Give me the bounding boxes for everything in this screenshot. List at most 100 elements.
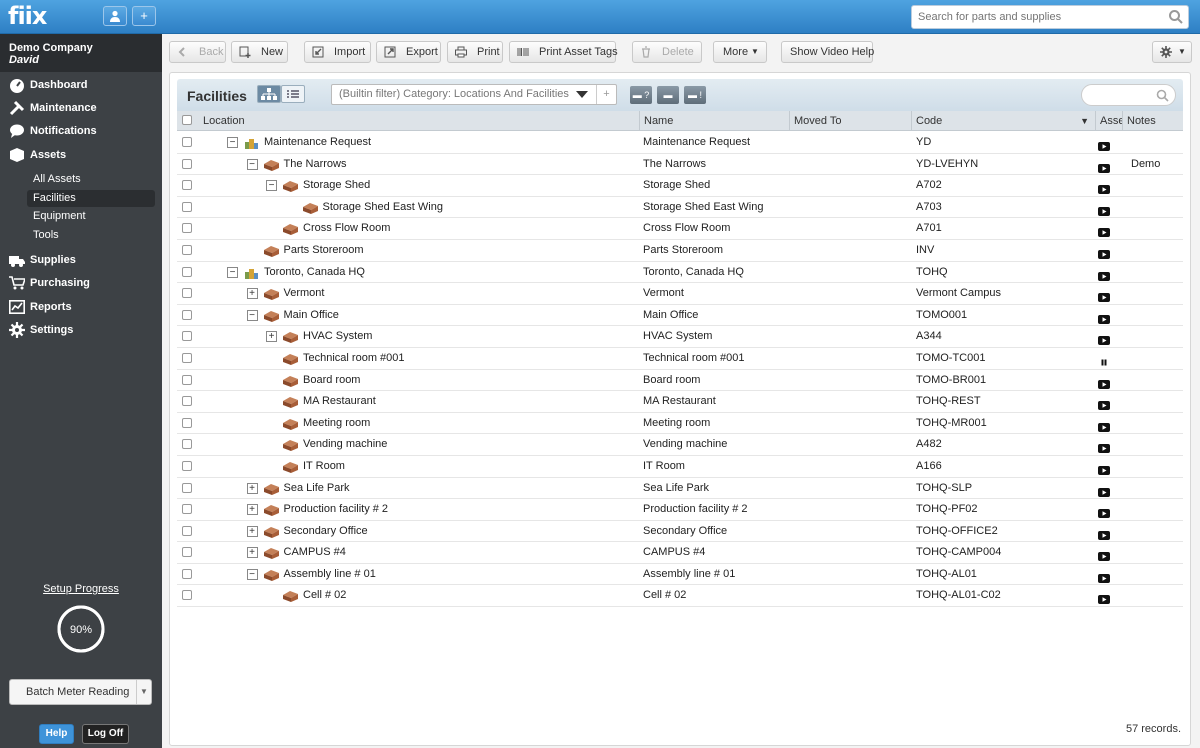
table-row[interactable]: + HVAC System HVAC System A344 bbox=[177, 326, 1183, 348]
expand-icon[interactable]: + bbox=[266, 331, 277, 343]
table-row[interactable]: + Production facility # 2 Production facil… bbox=[177, 499, 1183, 521]
nav-purchasing[interactable]: Purchasing bbox=[0, 272, 162, 294]
batch-meter-reading-button[interactable]: Batch Meter Reading ▼ bbox=[9, 679, 152, 705]
asset-play-icon[interactable] bbox=[1098, 397, 1110, 411]
tree-view-toggle[interactable] bbox=[257, 85, 281, 103]
subnav-facilities[interactable]: Facilities bbox=[27, 190, 155, 207]
table-row[interactable]: + Sea Life Park Sea Life Park TOHQ-SLP bbox=[177, 478, 1183, 500]
row-checkbox[interactable] bbox=[182, 568, 192, 579]
batch-dropdown-toggle[interactable]: ▼ bbox=[136, 680, 151, 704]
user-profile-button[interactable] bbox=[103, 6, 127, 26]
nav-assets[interactable]: Assets bbox=[0, 144, 162, 166]
row-checkbox[interactable] bbox=[182, 158, 192, 169]
add-filter-button[interactable]: + bbox=[596, 85, 616, 104]
setup-progress-link[interactable]: Setup Progress bbox=[0, 583, 162, 595]
table-row[interactable]: Parts Storeroom Parts Storeroom INV bbox=[177, 240, 1183, 262]
delete-button[interactable]: Delete bbox=[632, 41, 702, 63]
table-row[interactable]: − Assembly line # 01 Assembly line # 01 TOH… bbox=[177, 564, 1183, 586]
row-checkbox[interactable] bbox=[182, 504, 192, 515]
collapse-icon[interactable]: − bbox=[266, 180, 277, 192]
table-row[interactable]: Technical room #001 Technical room #001 TO… bbox=[177, 348, 1183, 370]
col-asset[interactable]: Asset bbox=[1095, 111, 1122, 131]
col-notes[interactable]: Notes bbox=[1122, 111, 1183, 131]
table-row[interactable]: + Secondary Office Secondary Office TOHQ-OF… bbox=[177, 521, 1183, 543]
subnav-equipment[interactable]: Equipment bbox=[27, 208, 155, 225]
row-checkbox[interactable] bbox=[182, 266, 192, 277]
asset-play-icon[interactable] bbox=[1098, 570, 1110, 583]
table-row[interactable]: − Toronto, Canada HQ Toronto, Canada HQ TOH… bbox=[177, 262, 1183, 284]
location-cell[interactable]: The Narrows bbox=[284, 154, 347, 175]
expand-icon[interactable]: + bbox=[246, 482, 258, 494]
row-checkbox[interactable] bbox=[182, 547, 192, 558]
location-cell[interactable]: Meeting room bbox=[303, 413, 370, 434]
asset-play-icon[interactable] bbox=[1098, 591, 1110, 605]
table-row[interactable]: MA Restaurant MA Restaurant TOHQ-REST bbox=[177, 391, 1183, 413]
location-cell[interactable]: HVAC System bbox=[303, 326, 372, 347]
filter-truck-button[interactable]: ▬ bbox=[657, 86, 679, 104]
nav-dashboard[interactable]: Dashboard bbox=[0, 74, 162, 96]
add-button[interactable]: + bbox=[132, 6, 156, 26]
import-button[interactable]: Import bbox=[304, 41, 371, 63]
row-checkbox[interactable] bbox=[182, 482, 192, 493]
table-row[interactable]: Storage Shed East Wing Storage Shed East … bbox=[177, 197, 1183, 219]
panel-search-input[interactable] bbox=[1081, 84, 1176, 106]
location-cell[interactable]: Vermont bbox=[284, 283, 325, 304]
location-cell[interactable]: Cross Flow Room bbox=[303, 218, 390, 239]
asset-pause-icon[interactable] bbox=[1098, 354, 1110, 366]
asset-play-icon[interactable] bbox=[1098, 419, 1110, 432]
row-checkbox[interactable] bbox=[182, 417, 192, 428]
table-row[interactable]: − Main Office Main Office TOMO001 bbox=[177, 305, 1183, 327]
list-view-toggle[interactable] bbox=[281, 85, 305, 103]
asset-play-icon[interactable] bbox=[1098, 246, 1110, 259]
collapse-icon[interactable]: − bbox=[227, 137, 238, 148]
col-code[interactable]: Code ▼ bbox=[911, 111, 1095, 131]
location-cell[interactable]: Maintenance Request bbox=[264, 132, 371, 153]
location-cell[interactable]: Storage Shed bbox=[303, 175, 370, 196]
table-row[interactable]: Vending machine Vending machine A482 bbox=[177, 434, 1183, 456]
sort-desc-icon[interactable]: ▼ bbox=[1080, 111, 1089, 131]
location-cell[interactable]: Assembly line # 01 bbox=[284, 564, 376, 585]
row-checkbox[interactable] bbox=[182, 137, 192, 147]
fiix-logo[interactable]: fiix bbox=[8, 2, 47, 30]
asset-play-icon[interactable] bbox=[1098, 332, 1110, 346]
asset-play-icon[interactable] bbox=[1098, 203, 1110, 216]
location-cell[interactable]: Production facility # 2 bbox=[284, 499, 389, 520]
col-moved-to[interactable]: Moved To bbox=[789, 111, 911, 131]
show-video-help-button[interactable]: Show Video Help bbox=[781, 41, 874, 63]
table-row[interactable]: − Maintenance Request Maintenance Request Y… bbox=[177, 132, 1183, 154]
location-cell[interactable]: Secondary Office bbox=[284, 521, 368, 542]
asset-play-icon[interactable] bbox=[1098, 181, 1110, 195]
row-checkbox[interactable] bbox=[182, 439, 192, 450]
row-checkbox[interactable] bbox=[182, 460, 192, 471]
asset-play-icon[interactable] bbox=[1098, 462, 1110, 475]
location-cell[interactable]: Cell # 02 bbox=[303, 585, 346, 606]
collapse-icon[interactable]: − bbox=[227, 266, 238, 278]
table-row[interactable]: IT Room IT Room A166 bbox=[177, 456, 1183, 478]
table-row[interactable]: − Storage Shed Storage Shed A702 bbox=[177, 175, 1183, 197]
row-checkbox[interactable] bbox=[182, 309, 192, 320]
table-row[interactable]: + Vermont Vermont Vermont Campus bbox=[177, 283, 1183, 305]
nav-settings[interactable]: Settings bbox=[0, 319, 162, 341]
row-checkbox[interactable] bbox=[182, 590, 192, 601]
row-checkbox[interactable] bbox=[182, 201, 192, 212]
row-checkbox[interactable] bbox=[182, 374, 192, 385]
subnav-tools[interactable]: Tools bbox=[27, 227, 155, 244]
asset-play-icon[interactable] bbox=[1098, 505, 1110, 519]
expand-icon[interactable]: + bbox=[246, 547, 258, 559]
row-checkbox[interactable] bbox=[182, 396, 192, 407]
location-cell[interactable]: IT Room bbox=[303, 456, 345, 477]
asset-play-icon[interactable] bbox=[1098, 484, 1110, 497]
help-button[interactable]: Help bbox=[39, 724, 74, 744]
asset-play-icon[interactable] bbox=[1098, 548, 1110, 562]
asset-play-icon[interactable] bbox=[1098, 527, 1110, 540]
search-input[interactable] bbox=[911, 5, 1189, 29]
location-cell[interactable]: CAMPUS #4 bbox=[284, 542, 346, 563]
settings-dropdown[interactable]: ▼ bbox=[1152, 41, 1192, 63]
filter-select[interactable]: (Builtin filter) Category: Locations And… bbox=[331, 84, 617, 105]
asset-play-icon[interactable] bbox=[1098, 138, 1110, 151]
collapse-icon[interactable]: − bbox=[246, 309, 258, 321]
filter-truck-alert-button[interactable]: ▬ ! bbox=[684, 86, 706, 104]
location-cell[interactable]: Storage Shed East Wing bbox=[323, 197, 443, 218]
asset-play-icon[interactable] bbox=[1098, 224, 1110, 238]
nav-supplies[interactable]: Supplies bbox=[0, 249, 162, 271]
